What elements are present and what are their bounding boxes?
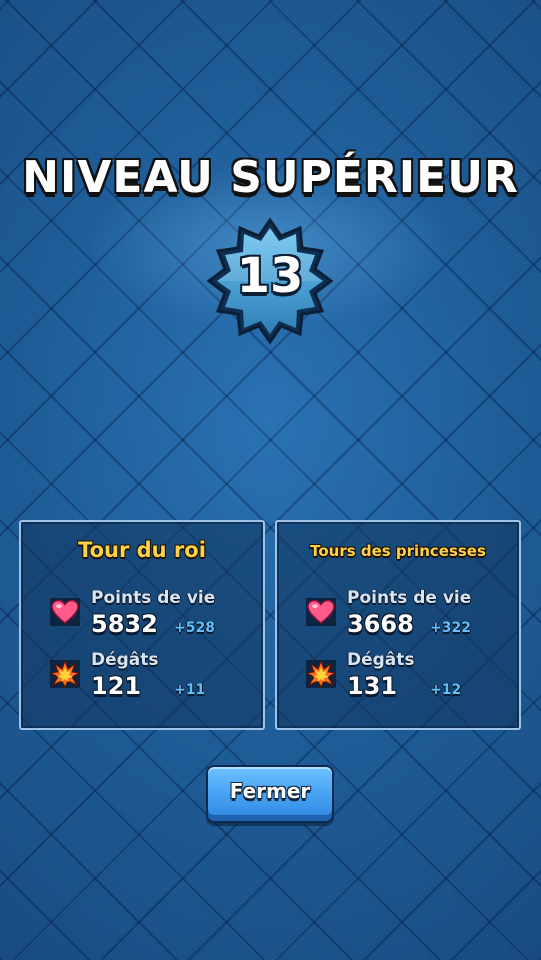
stat-value: 121 — [91, 672, 142, 700]
stat-label: Points de vie — [347, 588, 472, 608]
princess-towers-panel: Tours des princesses Points de vie 3668 … — [275, 520, 521, 730]
heart-icon — [50, 598, 80, 626]
stat-bonus: +12 — [430, 682, 462, 698]
stat-bonus: +528 — [174, 620, 215, 636]
stat-label: Points de vie — [91, 588, 216, 608]
explosion-icon — [50, 660, 80, 688]
stat-bonus: +11 — [174, 682, 206, 698]
heart-icon — [306, 598, 336, 626]
close-button[interactable]: Fermer — [206, 765, 334, 823]
stat-label: Dégâts — [347, 650, 415, 670]
level-number: 13 — [236, 248, 304, 304]
king-tower-panel: Tour du roi Points de vie 5832 +528 Dégâ… — [19, 520, 265, 730]
explosion-icon — [306, 660, 336, 688]
panel-title: Tours des princesses — [310, 542, 486, 560]
stat-value: 3668 — [347, 610, 414, 638]
stat-value: 131 — [347, 672, 398, 700]
panel-title: Tour du roi — [78, 538, 206, 562]
close-button-label: Fermer — [229, 779, 311, 803]
stat-value: 5832 — [91, 610, 158, 638]
stat-bonus: +322 — [430, 620, 471, 636]
page-title: NIVEAU SUPÉRIEUR — [22, 152, 519, 203]
stat-label: Dégâts — [91, 650, 159, 670]
